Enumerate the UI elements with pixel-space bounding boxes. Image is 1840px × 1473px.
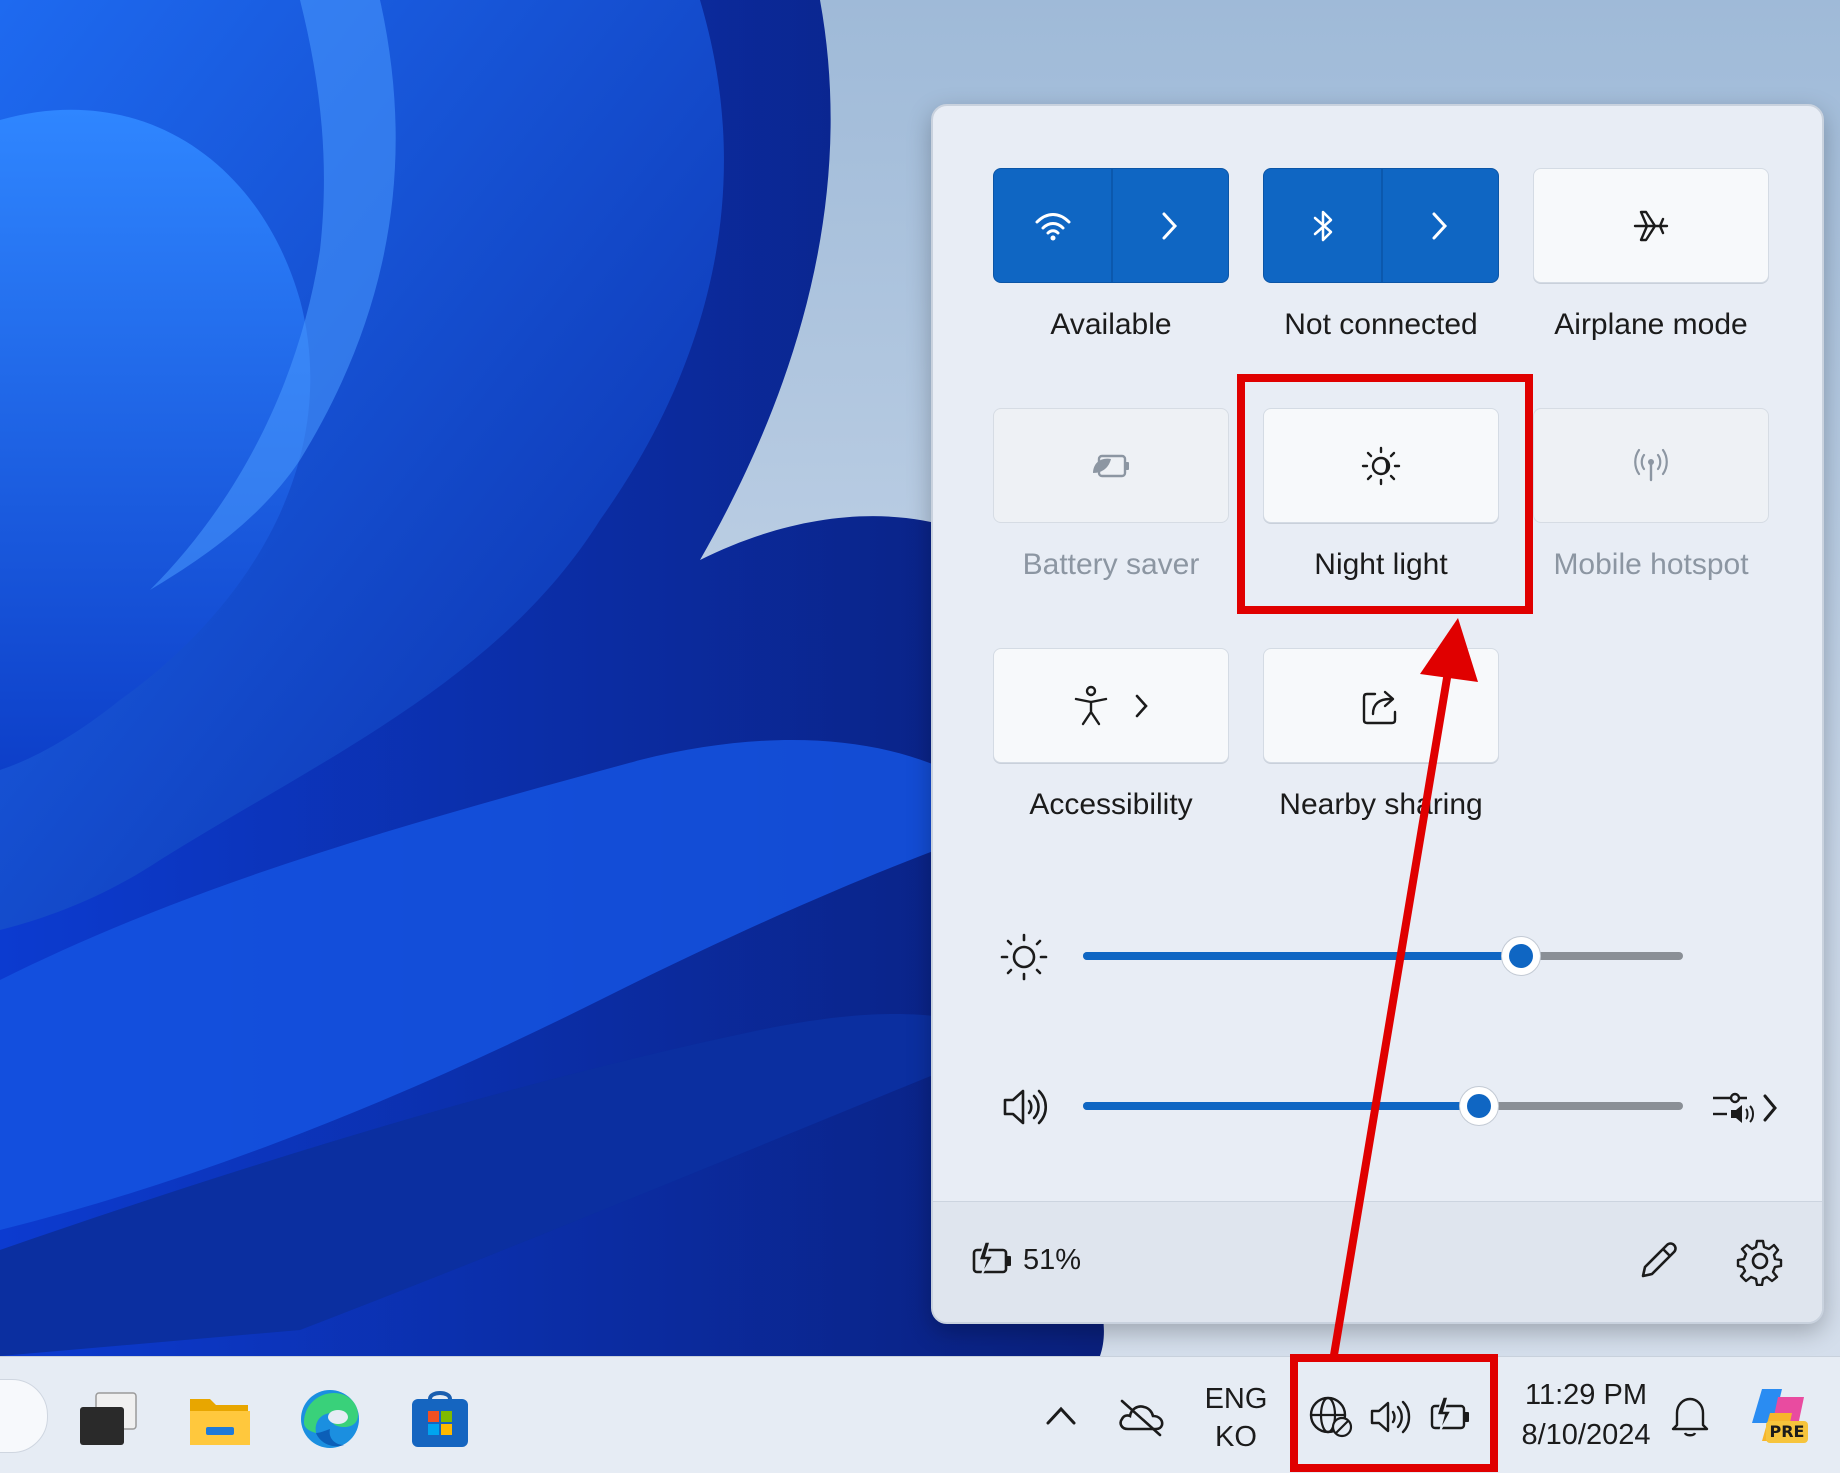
annotation-arrow <box>1330 618 1478 1359</box>
